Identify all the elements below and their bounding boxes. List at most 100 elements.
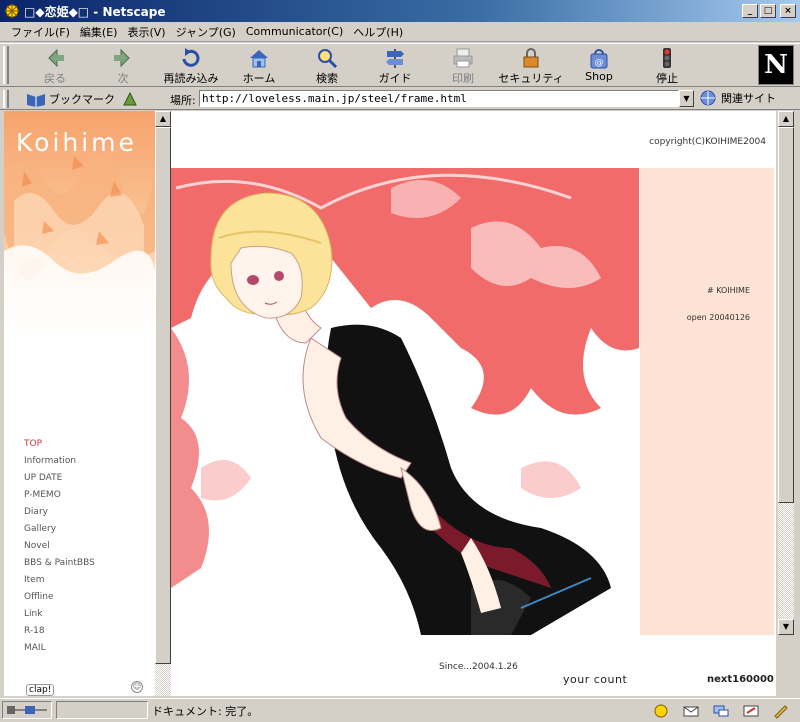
progress-bar [56,701,148,719]
nav-link-novel[interactable]: Novel [24,541,95,558]
info-side-panel: # KOIHIME open 20040126 [640,168,774,635]
since-date: Since...2004.1.26 [439,662,518,672]
menu-edit[interactable]: 編集(E) [75,24,123,40]
related-sites-label: 関連サイト [721,92,776,105]
scroll-thumb[interactable] [155,127,171,664]
forward-label: 次 [117,72,129,85]
open-date: open 20040126 [686,313,750,322]
netscape-app-icon[interactable] [4,3,20,19]
reload-button[interactable]: 再読み込み [156,46,226,86]
nav-link-offline[interactable]: Offline [24,592,95,609]
home-label: ホーム [242,72,276,85]
related-globe-icon [700,90,716,106]
toolbar-grip[interactable] [3,46,9,84]
url-dropdown-button[interactable]: ▼ [679,90,694,107]
scroll-up-button[interactable]: ▲ [155,111,171,127]
menu-go[interactable]: ジャンプ(G) [171,24,241,40]
nav-link-p-memo[interactable]: P-MEMO [24,490,95,507]
netscape-logo[interactable]: N [758,45,794,85]
url-input[interactable]: http://loveless.main.jp/steel/frame.html [199,90,679,107]
back-label: 戻る [44,72,66,85]
nav-link-r18[interactable]: R-18 [24,626,95,643]
print-button[interactable]: 印刷 [428,46,498,86]
left-navigation-frame: Koihime TOP Information UP DATE P-MEMO D… [4,111,155,696]
chevron-down-icon: ▼ [683,94,690,103]
nav-link-link[interactable]: Link [24,609,95,626]
navigation-toolbar: 戻る 次 再読み込み ホーム 検索 ガイド 印刷 セキュリティ @ Shop 停… [0,43,800,87]
bookmarks-button[interactable]: ブックマーク [26,91,115,107]
edit-pencil-icon[interactable] [772,703,790,719]
main-scroll-thumb[interactable] [778,127,794,503]
window-title: □◆恋姫◆□ - Netscape [24,4,166,19]
title-bar: □◆恋姫◆□ - Netscape _ □ × [0,0,800,22]
nav-link-top[interactable]: TOP [24,439,95,456]
connection-plug-icon [7,706,47,714]
copyright-text: copyright(C)KOIHIME2004 [649,137,766,147]
clap-button[interactable]: clap! [26,684,55,696]
main-scroll-down-button[interactable]: ▼ [778,619,794,635]
forward-button[interactable]: 次 [88,46,158,86]
menu-communicator[interactable]: Communicator(C) [241,25,348,38]
bookmarks-book-icon [27,94,45,107]
smiley-icon[interactable]: ☺ [131,681,143,693]
connection-indicator [2,701,52,719]
composer-icon[interactable] [742,703,760,719]
site-nav: TOP Information UP DATE P-MEMO Diary Gal… [24,439,95,660]
nav-link-mail[interactable]: MAIL [24,643,95,660]
component-bar [582,701,798,719]
home-icon [250,50,268,68]
left-frame-scrollbar[interactable]: ▲ [155,111,171,696]
reload-icon [182,48,200,67]
minimize-button[interactable]: _ [742,4,758,18]
forward-arrow-icon [114,48,130,68]
bookmarks-label: ブックマーク [49,93,115,106]
nav-link-gallery[interactable]: Gallery [24,524,95,541]
nav-link-item[interactable]: Item [24,575,95,592]
security-label: セキュリティ [498,72,564,85]
your-count-label: your count [563,673,628,686]
padlock-icon [523,48,539,68]
nav-link-bbs[interactable]: BBS & PaintBBS [24,558,95,575]
status-text: ドキュメント: 完了。 [152,705,259,718]
shop-label: Shop [585,70,613,83]
page-proxy-icon[interactable] [122,91,138,107]
search-label: 検索 [316,72,338,85]
menu-view[interactable]: 表示(V) [122,24,170,40]
nav-link-diary[interactable]: Diary [24,507,95,524]
side-title: # KOIHIME [706,286,750,295]
navigator-icon[interactable] [652,703,670,719]
menu-help[interactable]: ヘルプ(H) [348,24,408,40]
nav-link-update[interactable]: UP DATE [24,473,95,490]
maximize-button[interactable]: □ [760,4,776,18]
stop-label: 停止 [656,72,678,85]
nav-link-information[interactable]: Information [24,456,95,473]
print-label: 印刷 [452,72,474,85]
shop-bag-icon: @ [590,49,608,69]
svg-text:@: @ [595,58,604,68]
site-title: Koihime [16,128,137,157]
netscape-n-icon: N [764,50,788,80]
printer-icon [453,48,473,68]
traffic-light-stop-icon [663,48,671,68]
back-button[interactable]: 戻る [20,46,90,86]
security-button[interactable]: セキュリティ [496,46,566,86]
related-sites-button[interactable]: 関連サイト [700,90,776,106]
location-grip[interactable] [3,90,9,108]
menu-file[interactable]: ファイル(F) [6,24,75,40]
mail-icon[interactable] [682,703,700,719]
search-button[interactable]: 検索 [292,46,362,86]
koihime-illustration [171,168,639,635]
main-scroll-up-button[interactable]: ▲ [778,111,794,127]
close-button[interactable]: × [780,4,796,18]
search-icon [318,49,338,69]
discussion-icon[interactable] [712,703,730,719]
stop-button[interactable]: 停止 [632,46,702,86]
home-button[interactable]: ホーム [224,46,294,86]
shop-button[interactable]: @ Shop [564,46,634,86]
next-counter: next160000 [707,674,774,685]
main-frame-scrollbar[interactable]: ▲ ▼ [778,111,794,635]
location-toolbar: ブックマーク 場所: http://loveless.main.jp/steel… [0,88,800,110]
reload-label: 再読み込み [163,72,219,85]
main-content-frame: copyright(C)KOIHIME2004 # KOIHIME open 2… [171,111,776,696]
guide-button[interactable]: ガイド [360,46,430,86]
